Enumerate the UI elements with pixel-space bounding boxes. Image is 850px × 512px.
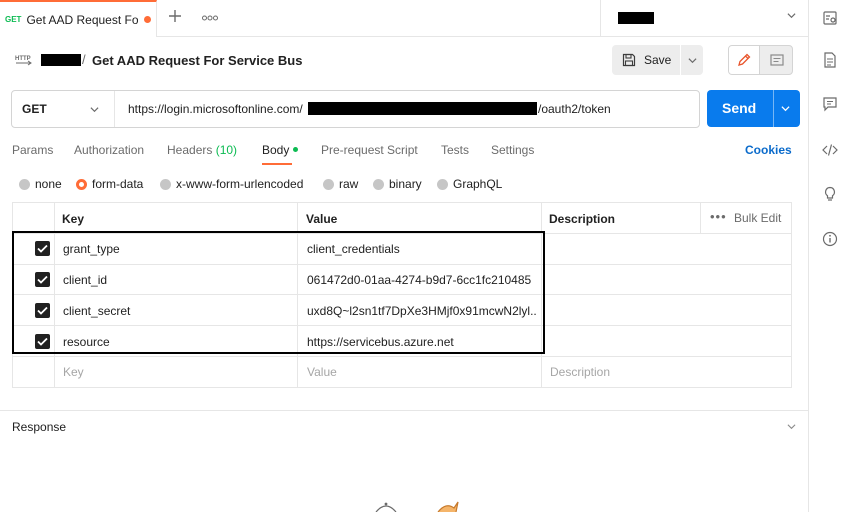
send-divider <box>773 90 774 127</box>
tenant-id-redacted[interactable] <box>308 102 537 115</box>
tab-settings[interactable]: Settings <box>491 143 534 157</box>
url-input-prefix[interactable]: https://login.microsoftonline.com/ <box>128 102 303 116</box>
chevron-down-icon[interactable] <box>787 422 796 431</box>
breadcrumb-separator: / <box>82 52 86 67</box>
environment-quick-look-icon[interactable] <box>822 10 838 26</box>
tab-title: Get AAD Request For Service Bus <box>26 12 139 27</box>
chevron-down-icon <box>687 57 697 63</box>
comments-icon[interactable] <box>822 96 838 112</box>
radio-urlencoded[interactable]: x-www-form-urlencoded <box>160 177 303 191</box>
radio-graphql[interactable]: GraphQL <box>437 177 502 191</box>
tab-method: GET <box>5 15 22 24</box>
save-label: Save <box>644 53 672 67</box>
right-sidebar <box>808 0 850 512</box>
environment-redacted <box>618 12 654 24</box>
body-indicator-dot <box>293 147 299 153</box>
request-title[interactable]: Get AAD Request For Service Bus <box>92 53 302 68</box>
method-select[interactable]: GET <box>12 91 115 127</box>
tab-authorization[interactable]: Authorization <box>74 143 144 157</box>
column-header-value: Value <box>306 212 338 226</box>
cookies-link[interactable]: Cookies <box>745 143 792 157</box>
radio-circle-selected <box>76 178 87 190</box>
save-button[interactable]: Save <box>612 45 680 75</box>
view-mode-toggle <box>728 45 793 75</box>
radio-label: x-www-form-urlencoded <box>176 177 304 191</box>
url-input-suffix[interactable]: /oauth2/token <box>538 102 611 116</box>
tab-prerequest-script[interactable]: Pre-request Script <box>321 143 418 157</box>
collection-name-redacted[interactable] <box>41 54 81 66</box>
chevron-down-icon <box>787 13 796 19</box>
tab-body-label: Body <box>262 143 290 157</box>
radio-form-data[interactable]: form-data <box>76 177 143 191</box>
edit-mode-button[interactable] <box>729 46 760 74</box>
documentation-icon[interactable] <box>822 52 838 68</box>
radio-label: form-data <box>92 177 144 191</box>
radio-circle <box>437 178 448 190</box>
http-request-icon: HTTP <box>15 56 32 66</box>
tab-bar: GET Get AAD Request For Service Bus <box>0 0 808 37</box>
unsaved-dot-icon <box>144 16 152 23</box>
save-options-button[interactable] <box>681 45 703 75</box>
response-label: Response <box>12 420 67 434</box>
radio-circle <box>323 178 334 190</box>
radio-label: raw <box>339 177 359 191</box>
radio-raw[interactable]: raw <box>323 177 358 191</box>
row-divider <box>13 356 791 357</box>
more-horizontal-icon[interactable] <box>202 10 218 23</box>
send-button[interactable]: Send <box>707 90 800 127</box>
value-input-placeholder[interactable]: Value <box>307 365 337 379</box>
info-icon[interactable] <box>822 231 838 247</box>
tab-params[interactable]: Params <box>12 143 53 157</box>
environment-selector[interactable] <box>600 0 808 37</box>
col-divider <box>700 203 701 233</box>
astronaut-illustration-icon <box>375 501 459 512</box>
response-divider <box>0 410 808 411</box>
description-input-placeholder[interactable]: Description <box>550 365 610 379</box>
more-horizontal-icon[interactable]: ••• <box>710 209 727 224</box>
radio-binary[interactable]: binary <box>373 177 422 191</box>
document-icon <box>769 54 784 66</box>
radio-none[interactable]: none <box>19 177 62 191</box>
url-bar: GET https://login.microsoftonline.com/ /… <box>11 90 700 128</box>
tab-headers-label: Headers <box>167 143 213 157</box>
pencil-icon <box>738 53 751 66</box>
documentation-mode-button[interactable] <box>761 46 792 74</box>
plus-icon[interactable] <box>168 8 182 26</box>
tab-body[interactable]: Body <box>262 143 299 157</box>
chevron-down-icon <box>90 107 99 113</box>
active-tab-underline <box>262 163 292 165</box>
chevron-down-icon[interactable] <box>781 104 790 113</box>
radio-label: binary <box>389 177 422 191</box>
column-header-key: Key <box>62 212 85 226</box>
radio-label: GraphQL <box>453 177 503 191</box>
code-icon[interactable] <box>822 142 838 158</box>
tab-tests[interactable]: Tests <box>441 143 469 157</box>
request-tab[interactable]: GET Get AAD Request For Service Bus <box>0 0 157 37</box>
headers-count: (10) <box>215 143 238 157</box>
key-input-placeholder[interactable]: Key <box>63 365 84 379</box>
annotation-highlight-box <box>12 231 545 354</box>
radio-circle <box>19 178 30 190</box>
bulk-edit-button[interactable]: Bulk Edit <box>734 211 781 225</box>
radio-circle <box>160 178 171 190</box>
save-icon <box>622 53 636 67</box>
lightbulb-icon[interactable] <box>822 186 838 202</box>
send-label: Send <box>722 100 757 116</box>
tab-headers[interactable]: Headers (10) <box>167 143 237 157</box>
radio-circle <box>373 178 384 190</box>
column-header-description: Description <box>549 212 616 226</box>
method-value: GET <box>22 102 47 116</box>
radio-label: none <box>35 177 62 191</box>
